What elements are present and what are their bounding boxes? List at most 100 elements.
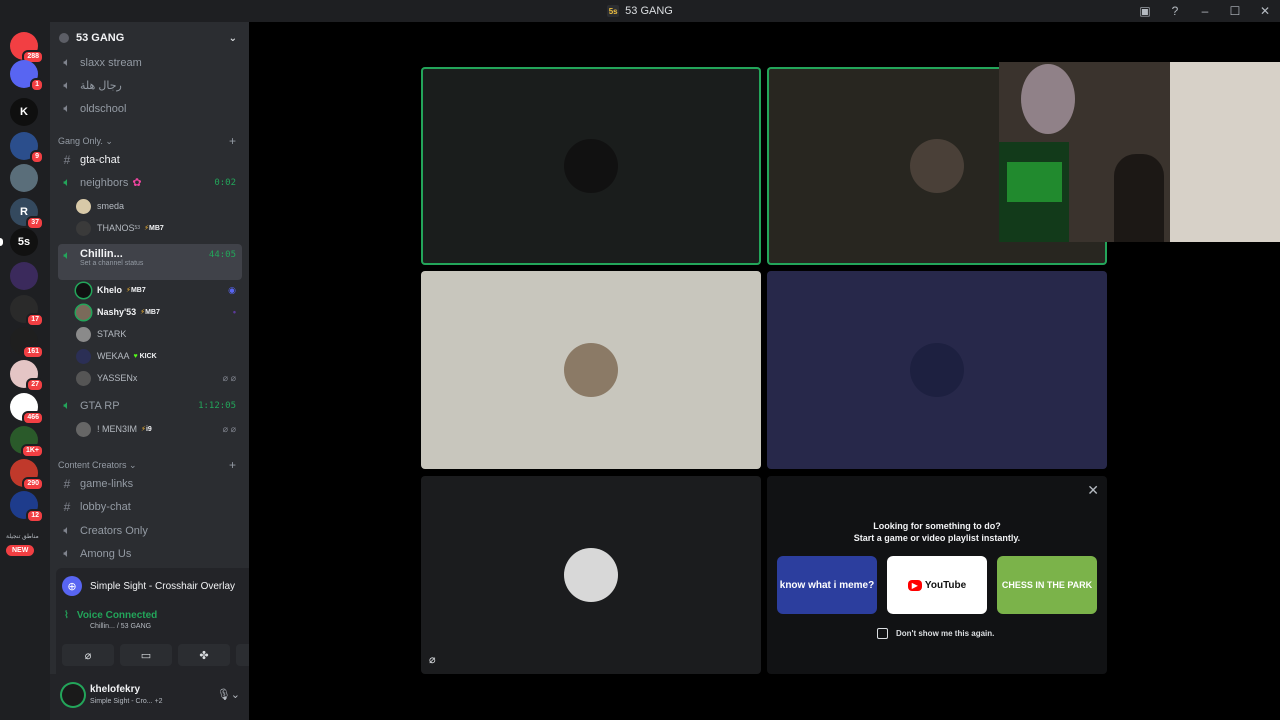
user-name: smeda [97, 201, 125, 211]
server-icon[interactable]: 1 [10, 60, 44, 92]
speaker-icon: 🔈︎ [63, 101, 71, 115]
close-window-icon[interactable]: ✕ [1250, 4, 1280, 18]
person [1114, 154, 1164, 242]
activity-icon: • [232, 307, 236, 317]
server-icon[interactable]: 9 [10, 132, 44, 164]
channel-label: Among Us [80, 547, 132, 560]
server-rail: 288 1 K 9 R 37 5s 17 161 27 466 1K+ 290 12 NEW مناطق … [0, 22, 50, 720]
dont-show-again[interactable]: Don't show me this again. [877, 628, 994, 639]
channel-oldschool[interactable]: 🔈︎ oldschool [58, 98, 242, 119]
maximize-icon[interactable]: ☐ [1220, 4, 1250, 18]
camera-button[interactable]: ⌀ [62, 644, 114, 666]
checkbox[interactable] [877, 628, 888, 639]
server-icon[interactable]: 27 [10, 360, 44, 392]
user-name: WEKAA [97, 351, 130, 361]
server-icon[interactable]: K [10, 98, 38, 126]
avatar[interactable] [62, 684, 84, 706]
category-label: Gang Only. [58, 136, 103, 146]
server-icon[interactable]: R 37 [10, 198, 44, 230]
user-tag: ⚡MB7 [144, 225, 164, 232]
voice-user[interactable]: Khelo ⚡MB7 ◉ [76, 280, 242, 300]
user-tag: ⚡i9 [141, 426, 152, 433]
user-name: STARK [97, 329, 127, 339]
channel-label: lobby-chat [80, 500, 131, 513]
voice-channel-neighbors[interactable]: 🔈︎ neighbors ✿ 0:02 [58, 172, 242, 193]
server-icon[interactable]: 17 [10, 295, 44, 327]
server-icon[interactable]: 290 [10, 459, 44, 491]
voice-channel-chillin[interactable]: 🔈︎ Chillin... Set a channel status 44:05 [58, 244, 242, 280]
activities-button[interactable]: ✤ [178, 644, 230, 666]
add-channel-icon[interactable]: + [229, 458, 236, 472]
voice-user[interactable]: YASSENx ⌀ ⌀ [76, 368, 242, 388]
active-pip [0, 238, 3, 246]
avatar [76, 370, 91, 386]
close-icon[interactable]: ✕ [1087, 482, 1099, 499]
server-icon[interactable]: 12 [10, 491, 44, 523]
speaker-icon: 🔈︎ [63, 248, 71, 262]
hash-icon: # [63, 499, 71, 514]
user-name[interactable]: khelofekry [90, 684, 140, 695]
server-icon[interactable] [10, 262, 38, 290]
user-name: Nashy'53 [97, 307, 137, 317]
unread-badge: 9 [30, 150, 44, 164]
user-name: Khelo [97, 285, 123, 295]
signal-icon: ⌇ [64, 610, 69, 621]
minimize-icon[interactable]: – [1190, 4, 1220, 18]
voice-user[interactable]: STARK [76, 324, 242, 344]
avatar [564, 139, 618, 193]
chevron-down-icon[interactable]: ⌄ [229, 33, 237, 44]
voice-user[interactable]: smeda [76, 196, 242, 216]
activity-prompt-tile: ✕ Looking for something to do? Start a g… [767, 476, 1107, 674]
pc-lights [1007, 162, 1062, 202]
user-suffix: 53 [134, 225, 141, 231]
avatar [910, 343, 964, 397]
microphone-icon[interactable]: 🎙︎⌄ [217, 688, 240, 701]
screen-share-button[interactable]: ▭ [120, 644, 172, 666]
voice-channel-gta-rp[interactable]: 🔈︎ GTA RP 1:12:05 [58, 395, 242, 416]
voice-user[interactable]: Nashy'53 ⚡MB7 • [76, 302, 242, 322]
video-tile[interactable] [421, 271, 761, 469]
channel-gta-chat[interactable]: # gta-chat [58, 149, 242, 170]
category-label: Content Creators [58, 460, 127, 470]
title-bar: 5s 53 GANG ▣ ? – ☐ ✕ [0, 0, 1280, 22]
voice-user[interactable]: WEKAA ♥ KICK [76, 346, 242, 366]
channel-lobby-chat[interactable]: # lobby-chat [58, 496, 242, 517]
help-icon[interactable]: ? [1160, 4, 1190, 18]
inbox-icon[interactable]: ▣ [1130, 4, 1160, 18]
channel-arabic[interactable]: 🔈︎ رجال هلة [58, 75, 242, 96]
hash-icon: # [63, 152, 71, 167]
video-tile[interactable] [421, 67, 761, 265]
server-header[interactable]: 53 GANG ⌄ [50, 22, 249, 54]
crosshair-icon: ⊕ [62, 576, 82, 596]
server-icon[interactable]: 5s [0, 228, 38, 256]
activity-know-what-i-meme[interactable]: know what i meme? [777, 556, 877, 614]
channel-status[interactable]: Set a channel status [80, 260, 143, 267]
window-title-text: 53 GANG [625, 5, 673, 17]
activity-chess-in-the-park[interactable]: CHESS IN THE PARK [997, 556, 1097, 614]
voice-user[interactable]: ! MEN3IM ⚡i9 ⌀ ⌀ [76, 419, 242, 439]
channel-game-links[interactable]: # game-links [58, 473, 242, 494]
server-icon[interactable]: 161 [10, 327, 44, 359]
wall [1170, 62, 1280, 242]
activity-youtube[interactable]: ▶ YouTube [887, 556, 987, 614]
video-tile[interactable] [767, 271, 1107, 469]
server-icon[interactable]: 288 [10, 32, 44, 64]
unread-badge: 1K+ [20, 444, 44, 458]
channel-slaxx-stream[interactable]: 🔈︎ slaxx stream [58, 52, 242, 73]
speaker-icon: 🔈︎ [63, 523, 71, 537]
add-channel-icon[interactable]: + [229, 134, 236, 148]
channel-among-us[interactable]: 🔈︎ Among Us [58, 543, 242, 564]
server-icon[interactable] [10, 164, 38, 192]
video-tile[interactable]: ⌀ [421, 476, 761, 674]
avatar [76, 220, 91, 236]
server-icon[interactable]: 466 [10, 393, 44, 425]
channel-label: رجال هلة [80, 80, 122, 92]
voice-user[interactable]: THANOS 53 ⚡MB7 [76, 218, 242, 238]
user-name: ! MEN3IM [97, 424, 138, 434]
channel-creators-only[interactable]: 🔈︎ Creators Only [58, 520, 242, 541]
category-gang-only[interactable]: Gang Only. ⌄ + [58, 134, 242, 148]
server-icon[interactable]: 1K+ [10, 426, 44, 458]
category-content-creators[interactable]: Content Creators ⌄ + [58, 458, 242, 472]
streaming-icon: ◉ [228, 284, 236, 295]
avatar [564, 343, 618, 397]
